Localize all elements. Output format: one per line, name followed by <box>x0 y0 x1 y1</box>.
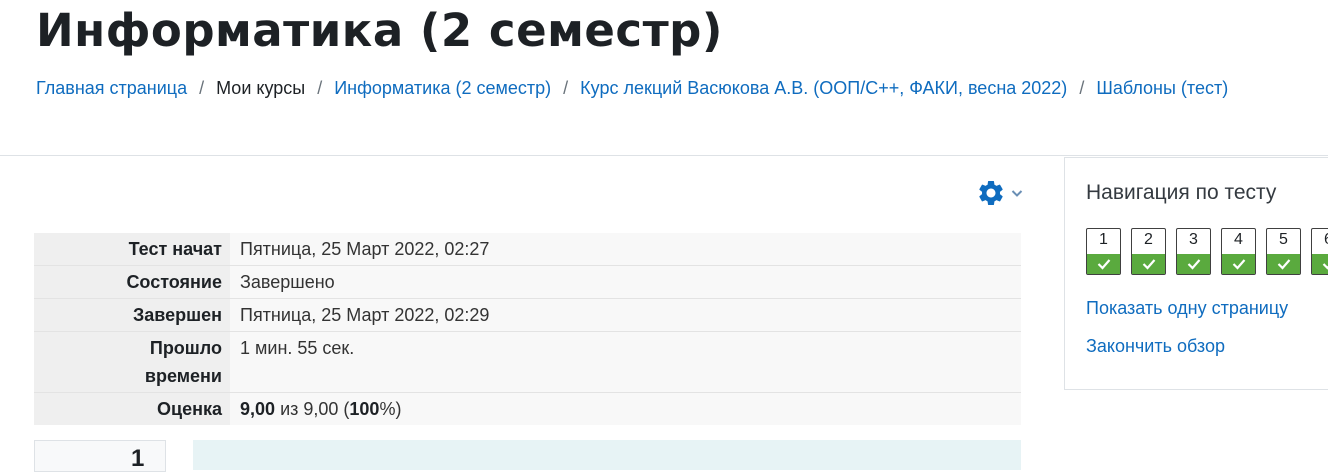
summary-label: Оценка <box>34 392 230 425</box>
breadcrumb-separator: / <box>199 78 205 98</box>
show-one-page-link[interactable]: Показать одну страницу <box>1086 298 1288 319</box>
grade-percent-suffix: %) <box>379 399 402 419</box>
breadcrumb-course[interactable]: Информатика (2 семестр) <box>334 78 551 99</box>
question-nav-button[interactable]: 1 <box>1086 228 1121 275</box>
check-icon <box>1322 263 1328 270</box>
summary-row-time-taken: Прошло времени 1 мин. 55 сек. <box>34 331 1021 393</box>
correct-state-bar <box>1312 254 1328 274</box>
summary-row-started: Тест начат Пятница, 25 Март 2022, 02:27 <box>34 233 1021 266</box>
quiz-navigation-buttons: 1 2 3 4 5 6 <box>1086 228 1328 275</box>
question-nav-number: 5 <box>1279 231 1288 248</box>
question-nav-number: 3 <box>1189 231 1198 248</box>
summary-label: Прошло времени <box>34 331 230 393</box>
grade-max: из 9,00 ( <box>280 399 350 419</box>
breadcrumb-separator: / <box>1079 78 1085 98</box>
quiz-navigation-block: Навигация по тесту 1 2 3 4 5 6 Показать … <box>1064 157 1328 390</box>
check-icon <box>1232 259 1246 270</box>
check-icon <box>1277 259 1291 270</box>
summary-label: Тест начат <box>34 233 230 266</box>
question-nav-button[interactable]: 4 <box>1221 228 1256 275</box>
breadcrumb-separator: / <box>317 78 323 98</box>
correct-state-bar <box>1177 254 1210 274</box>
finish-review-link[interactable]: Закончить обзор <box>1086 336 1225 357</box>
check-icon <box>1142 259 1156 270</box>
summary-label: Состояние <box>34 265 230 299</box>
grade-percent: 100 <box>349 399 380 419</box>
summary-label: Завершен <box>34 298 230 332</box>
question-nav-number: 4 <box>1234 231 1243 248</box>
summary-value: 1 мин. 55 сек. <box>230 331 1021 393</box>
check-icon <box>1187 259 1201 270</box>
page-title: Информатика (2 семестр) <box>36 4 723 57</box>
summary-value: 9,00 из 9,00 (100%) <box>230 392 1021 425</box>
question-nav-button[interactable]: 6 <box>1311 228 1328 275</box>
correct-state-bar <box>1267 254 1300 274</box>
correct-state-bar <box>1222 254 1255 274</box>
breadcrumb: Главная страница / Мои курсы / Информати… <box>36 78 1228 99</box>
summary-label-line: времени <box>144 366 222 386</box>
gear-icon <box>976 178 1006 208</box>
summary-row-state: Состояние Завершено <box>34 265 1021 299</box>
question-nav-number: 6 <box>1312 231 1328 249</box>
correct-state-bar <box>1132 254 1165 274</box>
attempt-summary-table: Тест начат Пятница, 25 Март 2022, 02:27 … <box>34 233 1021 425</box>
breadcrumb-quiz[interactable]: Шаблоны (тест) <box>1096 78 1228 99</box>
question-nav-number: 1 <box>1099 231 1108 248</box>
breadcrumb-my-courses: Мои курсы <box>216 78 306 98</box>
breadcrumb-home[interactable]: Главная страница <box>36 78 187 99</box>
summary-row-grade: Оценка 9,00 из 9,00 (100%) <box>34 392 1021 425</box>
question-nav-button[interactable]: 3 <box>1176 228 1211 275</box>
summary-value: Пятница, 25 Март 2022, 02:29 <box>230 298 1021 332</box>
actions-menu-button[interactable] <box>976 178 1024 208</box>
question-info-box: 1 <box>34 440 166 472</box>
question-nav-button[interactable]: 5 <box>1266 228 1301 275</box>
quiz-navigation-title: Навигация по тесту <box>1086 181 1277 204</box>
question-number: 1 <box>131 445 145 472</box>
summary-label-line: Прошло <box>149 338 222 358</box>
summary-row-completed: Завершен Пятница, 25 Март 2022, 02:29 <box>34 298 1021 332</box>
chevron-down-icon <box>1010 186 1024 200</box>
question-content-box <box>193 440 1021 470</box>
summary-value: Завершено <box>230 265 1021 299</box>
breadcrumb-section[interactable]: Курс лекций Васюкова А.В. (ООП/С++, ФАКИ… <box>580 78 1067 99</box>
correct-state-bar <box>1087 254 1120 274</box>
header-divider <box>0 155 1328 156</box>
check-icon <box>1097 259 1111 270</box>
grade-score: 9,00 <box>240 399 276 419</box>
question-nav-button[interactable]: 2 <box>1131 228 1166 275</box>
breadcrumb-separator: / <box>563 78 569 98</box>
question-nav-number: 2 <box>1144 231 1153 248</box>
summary-value: Пятница, 25 Март 2022, 02:27 <box>230 233 1021 266</box>
